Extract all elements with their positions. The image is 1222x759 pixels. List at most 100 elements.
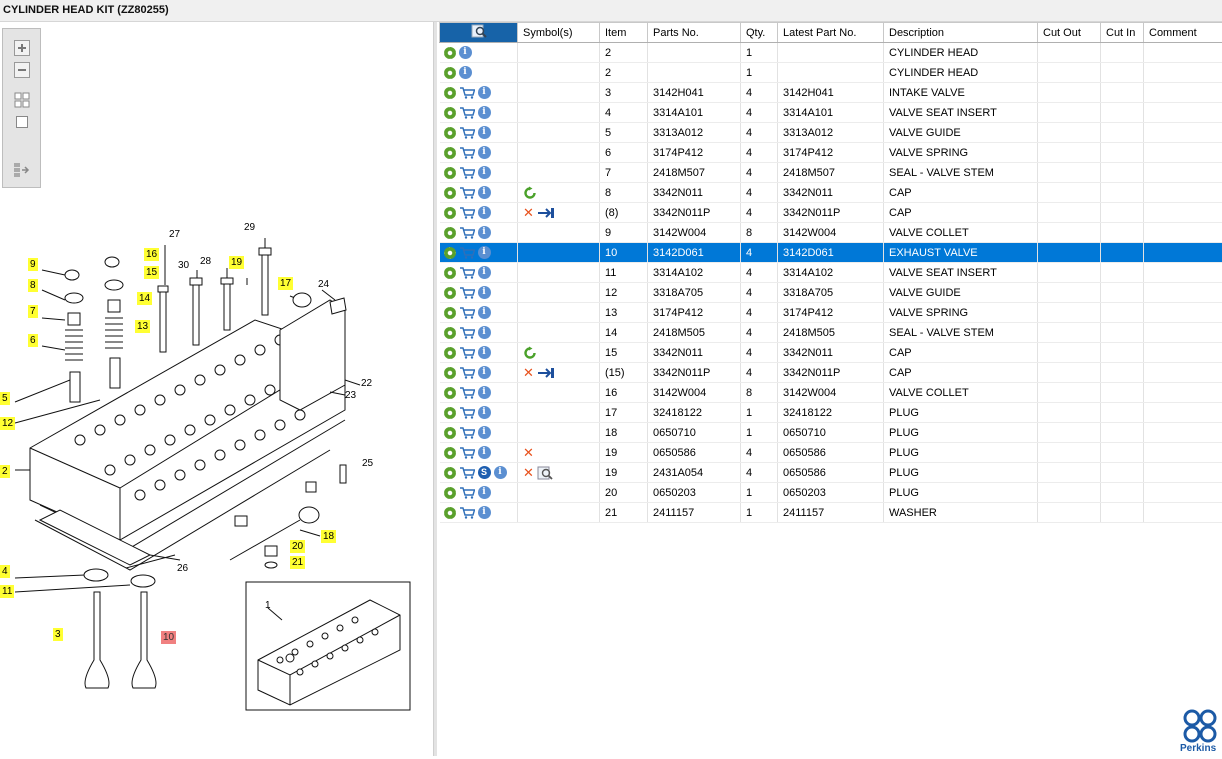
gear-icon[interactable] (444, 327, 456, 339)
cart-icon[interactable] (459, 447, 475, 459)
info-icon[interactable]: i (478, 446, 491, 459)
info-icon[interactable]: i (478, 106, 491, 119)
cart-icon[interactable] (459, 327, 475, 339)
find-icon[interactable] (471, 29, 487, 41)
gear-icon[interactable] (444, 407, 456, 419)
column-header-search[interactable] (440, 23, 518, 43)
callout-9[interactable]: 9 (28, 258, 38, 271)
info-icon[interactable]: i (478, 186, 491, 199)
cart-icon[interactable] (459, 207, 475, 219)
cart-icon[interactable] (459, 87, 475, 99)
callout-14[interactable]: 14 (137, 292, 152, 305)
info-icon[interactable]: i (478, 86, 491, 99)
gear-icon[interactable] (444, 147, 456, 159)
cart-icon[interactable] (459, 507, 475, 519)
column-header-qty[interactable]: Qty. (741, 23, 778, 43)
table-row[interactable]: i21241115712411157WASHER (440, 503, 1222, 523)
gear-icon[interactable] (444, 227, 456, 239)
callout-4[interactable]: 4 (0, 565, 10, 578)
info-icon[interactable]: i (478, 406, 491, 419)
callout-19[interactable]: 19 (229, 256, 244, 269)
callout-13[interactable]: 13 (135, 320, 150, 333)
column-header-description[interactable]: Description (884, 23, 1038, 43)
callout-20[interactable]: 20 (290, 540, 305, 553)
callout-30[interactable]: 30 (176, 259, 191, 272)
callout-15[interactable]: 15 (144, 266, 159, 279)
callout-11[interactable]: 11 (0, 585, 14, 598)
callout-18[interactable]: 18 (321, 530, 336, 543)
table-row[interactable]: i21CYLINDER HEAD (440, 63, 1222, 83)
info-icon[interactable]: i (478, 126, 491, 139)
cart-icon[interactable] (459, 267, 475, 279)
table-row[interactable]: i153342N01143342N011CAP (440, 343, 1222, 363)
info-icon[interactable]: i (478, 386, 491, 399)
gear-icon[interactable] (444, 47, 456, 59)
cart-icon[interactable] (459, 127, 475, 139)
callout-26[interactable]: 26 (175, 562, 190, 575)
gear-icon[interactable] (444, 267, 456, 279)
callout-28[interactable]: 28 (198, 255, 213, 268)
cart-icon[interactable] (459, 227, 475, 239)
callout-2[interactable]: 2 (0, 465, 10, 478)
select-mode-icon[interactable] (12, 161, 32, 179)
gear-icon[interactable] (444, 347, 456, 359)
column-header-item[interactable]: Item (600, 23, 648, 43)
fit-all-icon[interactable] (12, 91, 32, 109)
info-icon[interactable]: i (478, 286, 491, 299)
table-row[interactable]: i163142W00483142W004VALVE COLLET (440, 383, 1222, 403)
cart-icon[interactable] (459, 427, 475, 439)
gear-icon[interactable] (444, 107, 456, 119)
gear-icon[interactable] (444, 447, 456, 459)
info-icon[interactable]: i (459, 66, 472, 79)
info-icon[interactable]: i (478, 346, 491, 359)
table-row[interactable]: i43314A10143314A101VALVE SEAT INSERT (440, 103, 1222, 123)
gear-icon[interactable] (444, 427, 456, 439)
table-row[interactable]: i133174P41243174P412VALVE SPRING (440, 303, 1222, 323)
table-row[interactable]: i63174P41243174P412VALVE SPRING (440, 143, 1222, 163)
info-icon[interactable]: i (494, 466, 507, 479)
callout-7[interactable]: 7 (28, 305, 38, 318)
callout-23[interactable]: 23 (343, 389, 358, 402)
cart-icon[interactable] (459, 187, 475, 199)
table-row[interactable]: i✕19065058640650586PLUG (440, 443, 1222, 463)
gear-icon[interactable] (444, 507, 456, 519)
s-badge-icon[interactable]: S (478, 466, 491, 479)
gear-icon[interactable] (444, 387, 456, 399)
table-row[interactable]: Si✕192431A05440650586PLUG (440, 463, 1222, 483)
column-header-parts-no[interactable]: Parts No. (648, 23, 741, 43)
cart-icon[interactable] (459, 287, 475, 299)
column-header-latest-part-no[interactable]: Latest Part No. (778, 23, 884, 43)
zoom-in-icon[interactable] (12, 39, 32, 57)
callout-21[interactable]: 21 (290, 556, 305, 569)
callout-12[interactable]: 12 (0, 417, 15, 430)
table-row[interactable]: i103142D06143142D061EXHAUST VALVE (440, 243, 1222, 263)
table-row[interactable]: i✕(8)3342N011P43342N011PCAP (440, 203, 1222, 223)
column-header-symbols[interactable]: Symbol(s) (518, 23, 600, 43)
callout-8[interactable]: 8 (28, 279, 38, 292)
info-icon[interactable]: i (478, 506, 491, 519)
gear-icon[interactable] (444, 207, 456, 219)
gear-icon[interactable] (444, 467, 456, 479)
table-row[interactable]: i83342N01143342N011CAP (440, 183, 1222, 203)
table-row[interactable]: i21CYLINDER HEAD (440, 43, 1222, 63)
table-row[interactable]: i20065020310650203PLUG (440, 483, 1222, 503)
column-header-comment[interactable]: Comment (1144, 23, 1222, 43)
gear-icon[interactable] (444, 127, 456, 139)
callout-3[interactable]: 3 (53, 628, 63, 641)
table-row[interactable]: i33142H04143142H041INTAKE VALVE (440, 83, 1222, 103)
column-header-cut-out[interactable]: Cut Out (1038, 23, 1101, 43)
cart-icon[interactable] (459, 367, 475, 379)
callout-16[interactable]: 16 (144, 248, 159, 261)
gear-icon[interactable] (444, 307, 456, 319)
callout-24[interactable]: 24 (316, 278, 331, 291)
info-icon[interactable]: i (478, 366, 491, 379)
callout-10[interactable]: 10 (161, 631, 176, 644)
cart-icon[interactable] (459, 307, 475, 319)
info-icon[interactable]: i (478, 246, 491, 259)
cart-icon[interactable] (459, 467, 475, 479)
callout-6[interactable]: 6 (28, 334, 38, 347)
callout-1[interactable]: 1 (263, 599, 273, 612)
cart-icon[interactable] (459, 147, 475, 159)
table-row[interactable]: i142418M50542418M505SEAL - VALVE STEM (440, 323, 1222, 343)
callout-5[interactable]: 5 (0, 392, 10, 405)
